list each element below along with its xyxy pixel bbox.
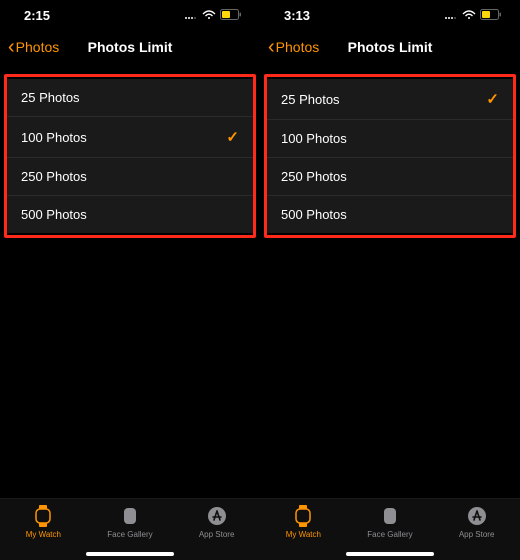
app-store-icon xyxy=(206,505,228,527)
option-row-100[interactable]: 100 Photos xyxy=(267,120,513,158)
option-row-500[interactable]: 500 Photos xyxy=(7,196,253,233)
option-row-25[interactable]: 25 Photos xyxy=(7,79,253,117)
status-bar: 3:13 xyxy=(260,0,520,30)
checkmark-icon: ✓ xyxy=(226,128,239,146)
checkmark-icon: ✓ xyxy=(486,90,499,108)
status-right xyxy=(184,8,242,23)
tab-face-gallery[interactable]: Face Gallery xyxy=(90,505,170,539)
status-time: 2:15 xyxy=(24,8,50,23)
option-label: 500 Photos xyxy=(281,207,347,222)
status-bar: 2:15 xyxy=(0,0,260,30)
option-row-500[interactable]: 500 Photos xyxy=(267,196,513,233)
option-label: 500 Photos xyxy=(21,207,87,222)
nav-bar: ‹ Photos Photos Limit xyxy=(260,30,520,64)
watch-icon xyxy=(32,505,54,527)
face-gallery-icon xyxy=(379,505,401,527)
option-label: 100 Photos xyxy=(281,131,347,146)
app-store-icon xyxy=(466,505,488,527)
content-spacer xyxy=(0,238,260,498)
tab-label: My Watch xyxy=(26,530,61,539)
back-button[interactable]: ‹ Photos xyxy=(268,37,319,57)
tab-app-store[interactable]: App Store xyxy=(177,505,257,539)
status-time: 3:13 xyxy=(284,8,310,23)
nav-bar: ‹ Photos Photos Limit xyxy=(0,30,260,64)
option-label: 250 Photos xyxy=(281,169,347,184)
signal-icon xyxy=(184,8,198,23)
options-list-highlight: 25 Photos 100 Photos ✓ 250 Photos 500 Ph… xyxy=(4,74,256,238)
back-button[interactable]: ‹ Photos xyxy=(8,37,59,57)
option-label: 250 Photos xyxy=(21,169,87,184)
tab-face-gallery[interactable]: Face Gallery xyxy=(350,505,430,539)
back-label: Photos xyxy=(16,39,60,55)
phone-screen-right: 3:13 ‹ Photos Photos Limit 25 Photos ✓ 1… xyxy=(260,0,520,560)
battery-icon xyxy=(220,8,242,23)
face-gallery-icon xyxy=(119,505,141,527)
option-label: 25 Photos xyxy=(281,92,340,107)
option-row-100[interactable]: 100 Photos ✓ xyxy=(7,117,253,158)
tab-label: App Store xyxy=(199,530,235,539)
tab-bar: My Watch Face Gallery App Store xyxy=(260,498,520,560)
option-label: 25 Photos xyxy=(21,90,80,105)
tab-my-watch[interactable]: My Watch xyxy=(3,505,83,539)
tab-label: Face Gallery xyxy=(107,530,152,539)
page-title: Photos Limit xyxy=(88,39,173,55)
back-label: Photos xyxy=(276,39,320,55)
status-right xyxy=(444,8,502,23)
content-spacer xyxy=(260,238,520,498)
signal-icon xyxy=(444,8,458,23)
home-indicator[interactable] xyxy=(86,552,174,556)
tab-app-store[interactable]: App Store xyxy=(437,505,517,539)
watch-icon xyxy=(292,505,314,527)
battery-icon xyxy=(480,8,502,23)
chevron-left-icon: ‹ xyxy=(8,37,15,57)
option-label: 100 Photos xyxy=(21,130,87,145)
tab-bar: My Watch Face Gallery App Store xyxy=(0,498,260,560)
page-title: Photos Limit xyxy=(348,39,433,55)
home-indicator[interactable] xyxy=(346,552,434,556)
tab-label: Face Gallery xyxy=(367,530,412,539)
option-row-25[interactable]: 25 Photos ✓ xyxy=(267,79,513,120)
tab-label: My Watch xyxy=(286,530,321,539)
chevron-left-icon: ‹ xyxy=(268,37,275,57)
option-row-250[interactable]: 250 Photos xyxy=(267,158,513,196)
wifi-icon xyxy=(202,8,216,23)
options-list-highlight: 25 Photos ✓ 100 Photos 250 Photos 500 Ph… xyxy=(264,74,516,238)
tab-my-watch[interactable]: My Watch xyxy=(263,505,343,539)
tab-label: App Store xyxy=(459,530,495,539)
phone-screen-left: 2:15 ‹ Photos Photos Limit 25 Photos 100… xyxy=(0,0,260,560)
option-row-250[interactable]: 250 Photos xyxy=(7,158,253,196)
wifi-icon xyxy=(462,8,476,23)
